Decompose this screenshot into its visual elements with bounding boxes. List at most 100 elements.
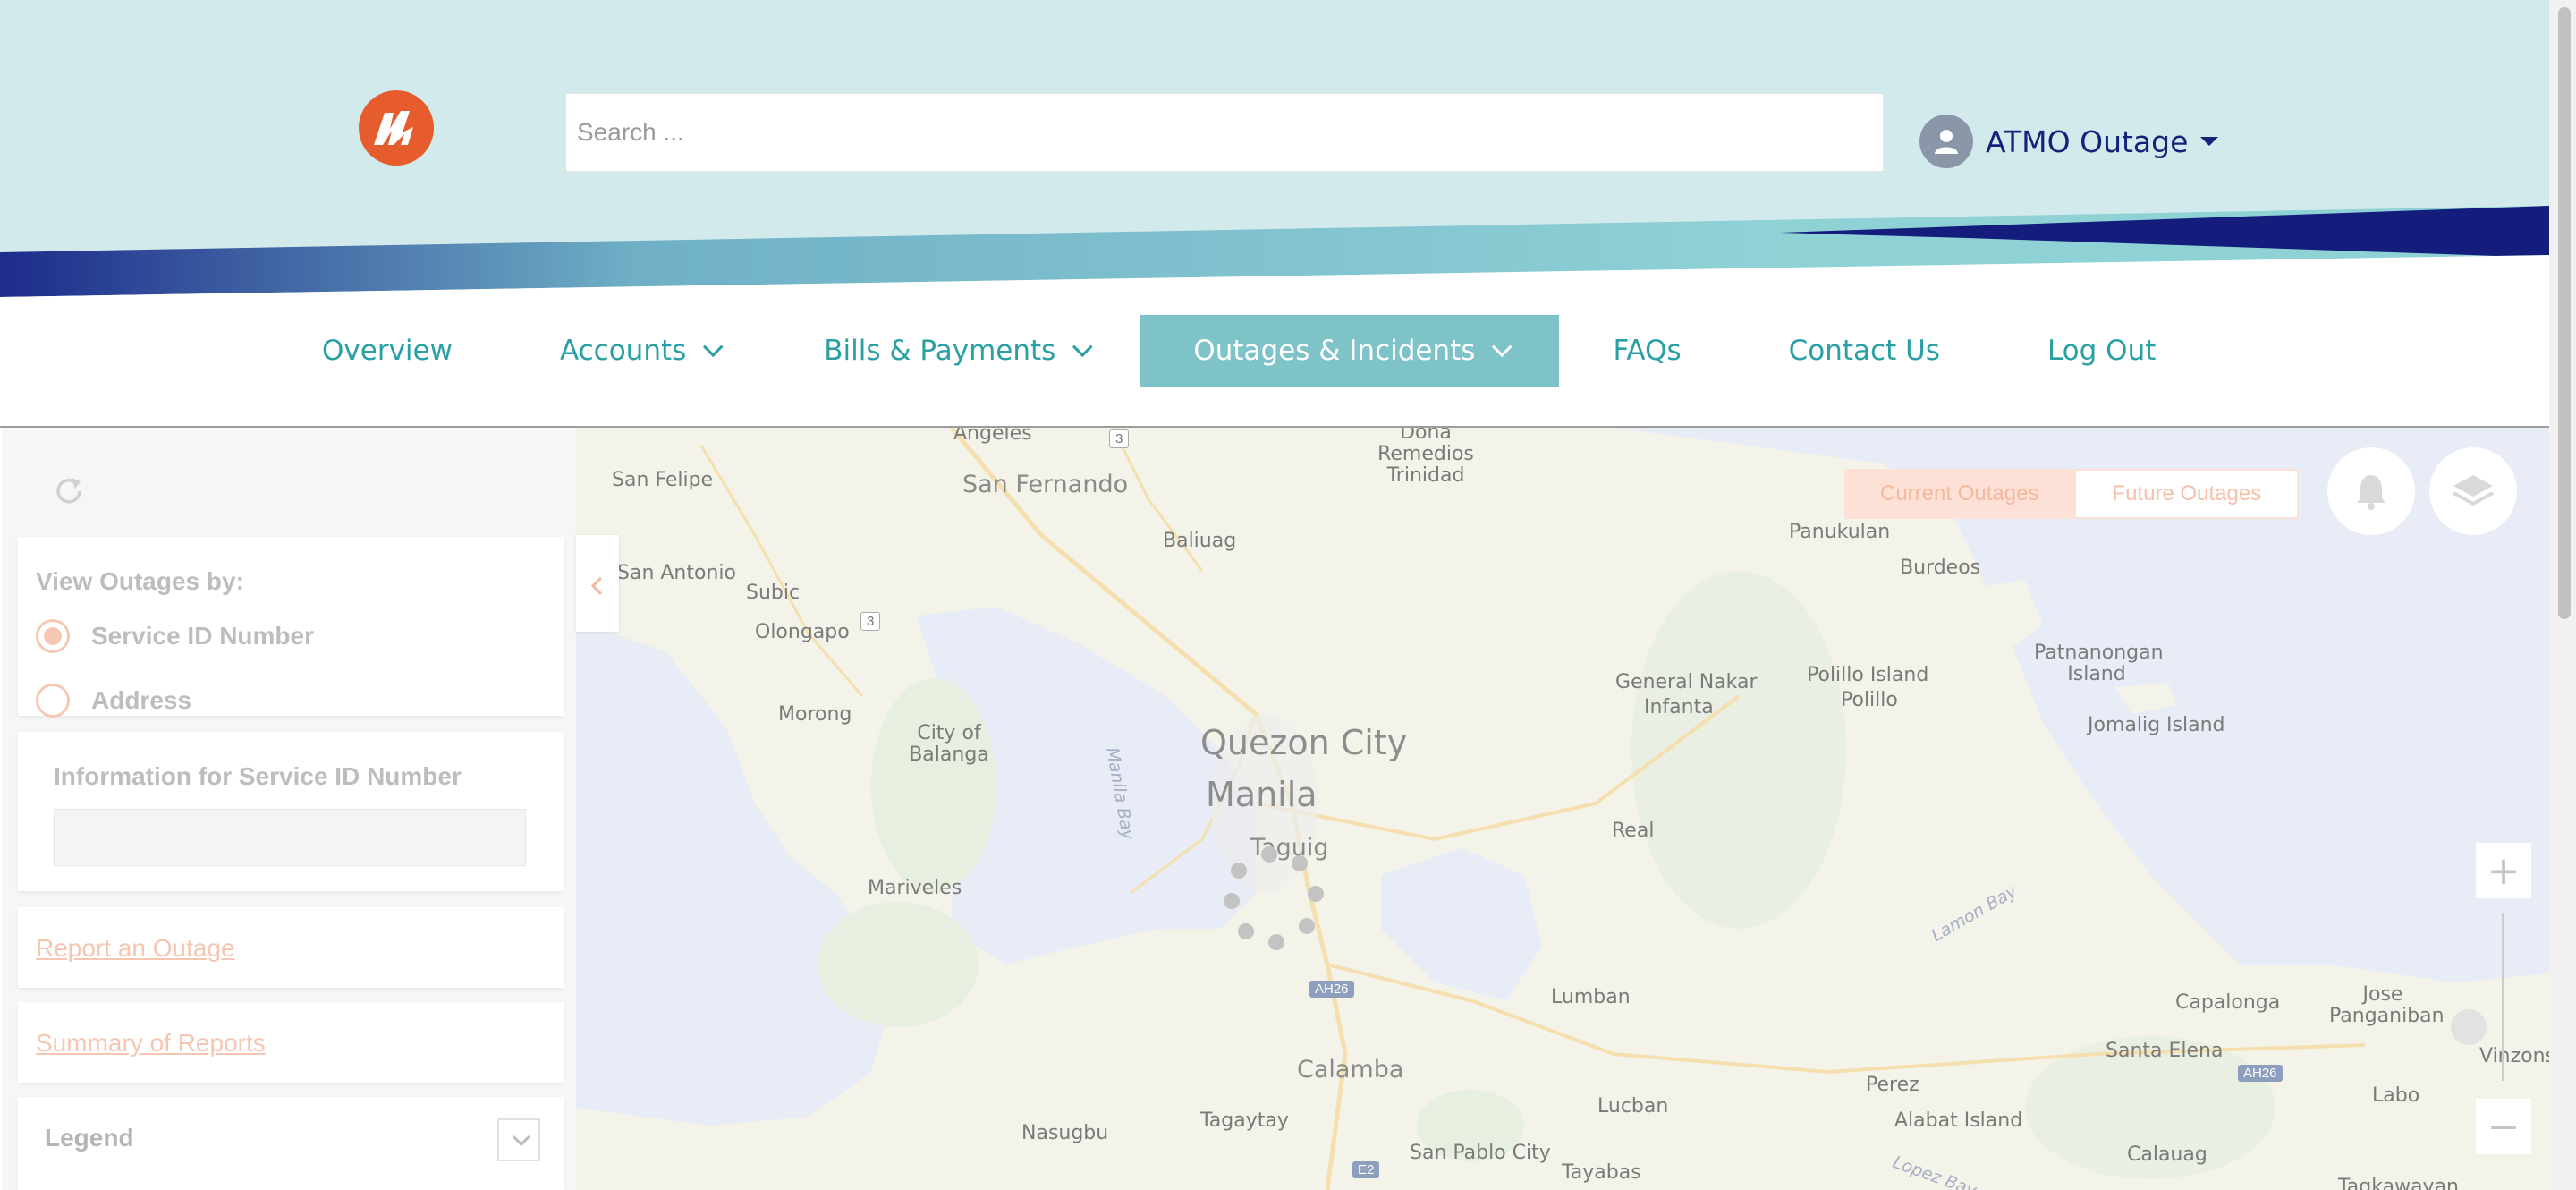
map-label: Jose Panganiban bbox=[2329, 983, 2445, 1027]
summary-card: Summary of Reports bbox=[18, 1002, 564, 1083]
map-label: Tagkawayan bbox=[2338, 1176, 2459, 1190]
map-label: Calamba bbox=[1297, 1056, 1404, 1084]
map-label: Polillo bbox=[1841, 689, 1898, 711]
report-card: Report an Outage bbox=[18, 907, 564, 988]
search-input[interactable] bbox=[565, 93, 1884, 172]
chevron-left-icon bbox=[590, 576, 609, 595]
outage-marker[interactable] bbox=[1292, 855, 1308, 871]
map-label: Tagaytay bbox=[1200, 1109, 1289, 1132]
nav-outages-incidents[interactable]: Outages & Incidents bbox=[1140, 315, 1560, 387]
nav-bills-payments[interactable]: Bills & Payments bbox=[770, 315, 1140, 387]
layers-icon bbox=[2453, 475, 2494, 506]
bell-icon bbox=[2357, 475, 2385, 510]
future-outages-button[interactable]: Future Outages bbox=[2074, 469, 2300, 519]
chevron-down-icon bbox=[703, 336, 724, 358]
map-label: Subic bbox=[746, 582, 801, 604]
report-outage-link[interactable]: Report an Outage bbox=[36, 934, 235, 963]
map-label: Labo bbox=[2372, 1084, 2420, 1107]
chevron-down-icon bbox=[512, 1128, 530, 1147]
scroll-thumb[interactable] bbox=[2558, 7, 2571, 619]
map-label: Olongapo bbox=[755, 621, 850, 643]
map-label: General Nakar bbox=[1615, 671, 1758, 693]
outage-marker[interactable] bbox=[2451, 1009, 2487, 1045]
main-nav: Overview Accounts Bills & Payments Outag… bbox=[268, 315, 2156, 387]
map-label: Manila bbox=[1206, 775, 1318, 814]
zoom-slider-track[interactable] bbox=[2502, 913, 2504, 1081]
chevron-down-icon bbox=[1492, 336, 1513, 358]
nav-overview[interactable]: Overview bbox=[268, 315, 506, 387]
road-marker: AH26 bbox=[2238, 1065, 2283, 1082]
nav-faqs[interactable]: FAQs bbox=[1559, 315, 1734, 387]
legend-card: Legend bbox=[18, 1097, 564, 1190]
refresh-icon[interactable] bbox=[52, 474, 86, 513]
map-label: Infanta bbox=[1644, 696, 1714, 718]
map-label: Quezon City bbox=[1200, 723, 1408, 762]
outage-marker[interactable] bbox=[1299, 918, 1315, 934]
map-label: Mariveles bbox=[868, 877, 962, 899]
user-name: ATMO Outage bbox=[1986, 123, 2189, 159]
legend-toggle-button[interactable] bbox=[497, 1118, 540, 1161]
map-label: Lucban bbox=[1597, 1095, 1669, 1118]
map-label: Santa Elena bbox=[2106, 1040, 2224, 1062]
outage-marker[interactable] bbox=[1231, 863, 1247, 879]
outage-toggle: Current Outages Future Outages bbox=[1844, 469, 2300, 519]
map-label: Patnanongan Island bbox=[2034, 642, 2164, 685]
option-label: Address bbox=[91, 686, 192, 714]
map-label: Nasugbu bbox=[1021, 1122, 1109, 1144]
current-outages-button[interactable]: Current Outages bbox=[1844, 469, 2075, 519]
map-label: Angeles bbox=[953, 428, 1032, 445]
nav-contact-us[interactable]: Contact Us bbox=[1735, 315, 1994, 387]
map-label: Panukulan bbox=[1789, 521, 1891, 543]
service-id-input[interactable] bbox=[54, 809, 526, 866]
layers-button[interactable] bbox=[2429, 447, 2517, 535]
map-label: Capalonga bbox=[2175, 991, 2281, 1014]
map-label: Dona Remedios Trinidad bbox=[1377, 428, 1474, 487]
service-id-card: Information for Service ID Number bbox=[18, 732, 564, 891]
outage-map[interactable]: Angeles San Felipe San Fernando Dona Rem… bbox=[576, 428, 2549, 1190]
outage-marker[interactable] bbox=[1261, 846, 1277, 863]
map-label: City of Balanga bbox=[909, 722, 989, 766]
nav-log-out[interactable]: Log Out bbox=[1994, 315, 2209, 387]
map-label: Calauag bbox=[2127, 1143, 2207, 1166]
outage-marker[interactable] bbox=[1268, 934, 1284, 950]
collapse-panel-button[interactable] bbox=[576, 535, 619, 632]
caret-down-icon bbox=[2200, 137, 2219, 146]
page-scrollbar[interactable] bbox=[2549, 0, 2576, 1190]
option-address[interactable]: Address bbox=[36, 684, 191, 718]
chevron-down-icon bbox=[1072, 336, 1093, 358]
view-by-card: View Outages by: Service ID Number Addre… bbox=[18, 537, 564, 718]
map-label: Morong bbox=[778, 703, 852, 726]
zoom-out-button[interactable]: − bbox=[2476, 1099, 2531, 1154]
summary-reports-link[interactable]: Summary of Reports bbox=[36, 1029, 266, 1058]
map-label: Polillo Island bbox=[1807, 664, 1929, 686]
option-service-id[interactable]: Service ID Number bbox=[36, 619, 314, 653]
outage-marker[interactable] bbox=[1224, 893, 1240, 909]
radio-selected-icon[interactable] bbox=[36, 619, 70, 653]
user-avatar-icon bbox=[1919, 115, 1973, 168]
map-label: Lumban bbox=[1551, 986, 1631, 1008]
map-label: San Fernando bbox=[962, 471, 1129, 498]
nav-accounts[interactable]: Accounts bbox=[506, 315, 770, 387]
radio-unselected-icon[interactable] bbox=[36, 684, 70, 718]
zoom-in-button[interactable]: + bbox=[2476, 843, 2531, 898]
map-label: Burdeos bbox=[1900, 557, 1981, 579]
map-label: Tayabas bbox=[1562, 1161, 1641, 1184]
map-label: San Felipe bbox=[612, 469, 714, 491]
view-by-label: View Outages by: bbox=[36, 567, 244, 595]
map-label: San Antonio bbox=[617, 562, 736, 584]
legend-label: Legend bbox=[45, 1124, 134, 1152]
notifications-button[interactable] bbox=[2327, 447, 2415, 535]
user-menu[interactable]: ATMO Outage bbox=[1919, 115, 2219, 168]
map-label: Jomalig Island bbox=[2088, 714, 2225, 736]
info-label: Information for Service ID Number bbox=[54, 762, 462, 790]
map-label: Vinzons bbox=[2479, 1045, 2549, 1067]
outage-side-panel: View Outages by: Service ID Number Addre… bbox=[2, 428, 576, 1190]
outage-marker[interactable] bbox=[1238, 923, 1254, 939]
road-marker: 3 bbox=[1109, 429, 1130, 448]
outage-marker[interactable] bbox=[1308, 886, 1324, 902]
map-label: Baliuag bbox=[1163, 530, 1237, 552]
road-marker: 3 bbox=[860, 612, 881, 631]
road-marker: AH26 bbox=[1309, 981, 1354, 998]
brand-logo-icon[interactable] bbox=[358, 89, 435, 166]
map-label: Alabat Island bbox=[1894, 1109, 2023, 1132]
